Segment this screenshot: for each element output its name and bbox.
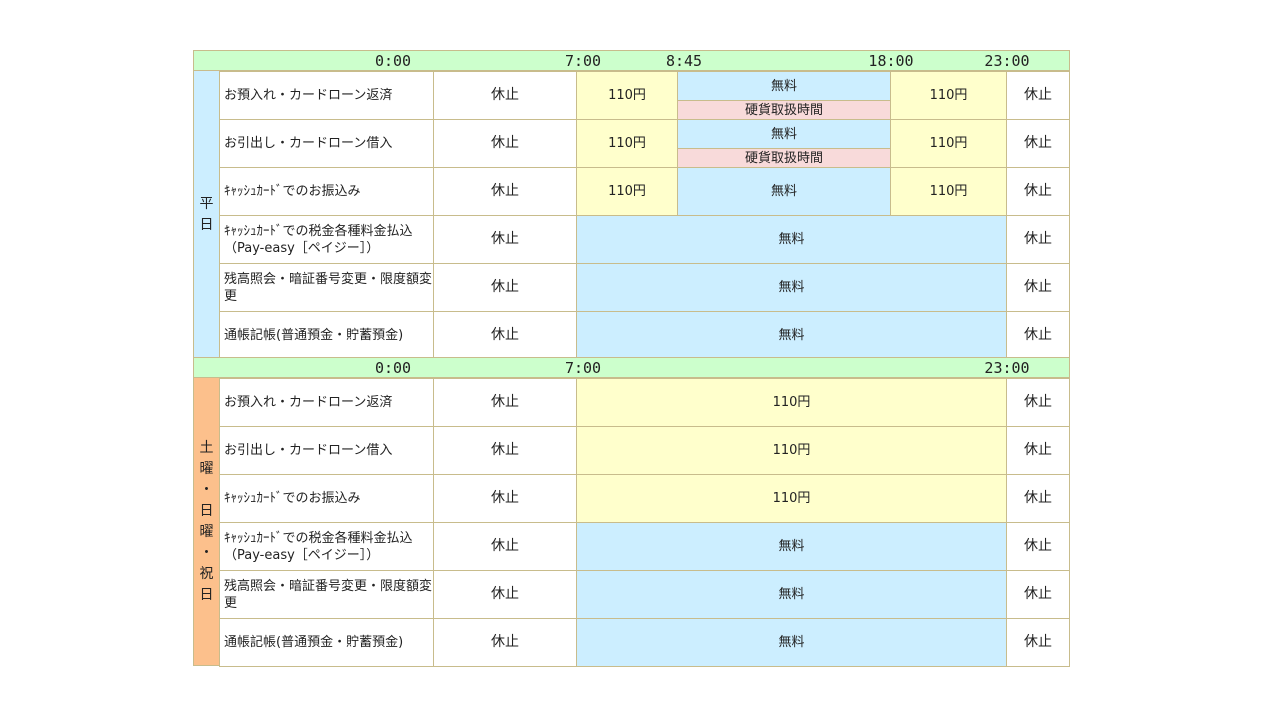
closed-cell: 休止 — [1006, 618, 1070, 667]
section-label-char: ・ — [199, 481, 214, 498]
section-label-holiday: 土曜・日曜・祝日 — [193, 377, 220, 666]
fee-cell: 無料 — [576, 215, 1007, 264]
free-cell: 無料 — [677, 167, 891, 216]
time-label: 7:00 — [564, 52, 602, 70]
closed-cell: 休止 — [433, 474, 577, 523]
time-label: 18:00 — [868, 52, 914, 70]
closed-cell: 休止 — [433, 522, 577, 571]
fee-cell: 無料 — [576, 522, 1007, 571]
time-label: 23:00 — [984, 359, 1030, 377]
section-label-char: 曜 — [199, 460, 214, 477]
section-label-char: 平 — [199, 195, 214, 212]
time-label: 23:00 — [984, 52, 1030, 70]
service-label: ｷｬｯｼｭｶｰﾄﾞでのお振込み — [219, 167, 434, 216]
service-label: お預入れ・カードローン返済 — [219, 71, 434, 120]
fee-schedule-table: 0:00 7:00 8:45 18:00 23:00 平日お預入れ・カードローン返済 休止 1… — [193, 50, 1070, 667]
service-label: 残高照会・暗証番号変更・限度額変更 — [219, 570, 434, 619]
closed-cell: 休止 — [433, 215, 577, 264]
fee-cell: 無料 — [576, 311, 1007, 360]
time-label: 7:00 — [564, 359, 602, 377]
closed-cell: 休止 — [433, 167, 577, 216]
section-label-char: 日 — [199, 502, 214, 519]
service-label: ｷｬｯｼｭｶｰﾄﾞでのお振込み — [219, 474, 434, 523]
fee-cell-late: 110円 — [890, 167, 1007, 216]
fee-cell: 無料 — [576, 263, 1007, 312]
closed-cell: 休止 — [1006, 311, 1070, 360]
closed-cell: 休止 — [1006, 215, 1070, 264]
fee-cell: 無料 — [576, 618, 1007, 667]
service-label: 通帳記帳(普通預金・貯蓄預金) — [219, 311, 434, 360]
section-label-char: 日 — [199, 216, 214, 233]
closed-cell: 休止 — [1006, 570, 1070, 619]
closed-cell: 休止 — [1006, 263, 1070, 312]
service-label: ｷｬｯｼｭｶｰﾄﾞでの税金各種料金払込（Pay-easy［ペイジー］） — [219, 522, 434, 571]
section-label-char: 土 — [199, 439, 214, 456]
section-label-char: 曜 — [199, 523, 214, 540]
service-label: ｷｬｯｼｭｶｰﾄﾞでの税金各種料金払込（Pay-easy［ペイジー］） — [219, 215, 434, 264]
fee-cell-early: 110円 — [576, 167, 678, 216]
closed-cell: 休止 — [1006, 119, 1070, 168]
fee-cell: 無料 — [576, 570, 1007, 619]
closed-cell: 休止 — [1006, 378, 1070, 427]
fee-cell: 110円 — [576, 426, 1007, 475]
service-label: お預入れ・カードローン返済 — [219, 378, 434, 427]
free-cell: 無料 — [677, 71, 891, 101]
closed-cell: 休止 — [433, 263, 577, 312]
section-label-weekday: 平日 — [193, 70, 220, 359]
free-cell: 無料 — [677, 119, 891, 149]
service-label: 残高照会・暗証番号変更・限度額変更 — [219, 263, 434, 312]
fee-cell-late: 110円 — [890, 71, 1007, 120]
service-label: お引出し・カードローン借入 — [219, 119, 434, 168]
closed-cell: 休止 — [433, 119, 577, 168]
closed-cell: 休止 — [433, 378, 577, 427]
time-axis-weekday: 0:00 7:00 8:45 18:00 23:00 — [193, 50, 1070, 71]
coin-hours-cell: 硬貨取扱時間 — [677, 100, 891, 120]
closed-cell: 休止 — [433, 570, 577, 619]
section-label-char: 祝 — [199, 565, 214, 582]
closed-cell: 休止 — [433, 618, 577, 667]
time-label: 0:00 — [374, 52, 412, 70]
fee-cell-early: 110円 — [576, 119, 678, 168]
fee-cell-late: 110円 — [890, 119, 1007, 168]
section-label-char: ・ — [199, 544, 214, 561]
closed-cell: 休止 — [1006, 167, 1070, 216]
closed-cell: 休止 — [1006, 71, 1070, 120]
fee-cell: 110円 — [576, 474, 1007, 523]
fee-cell-early: 110円 — [576, 71, 678, 120]
coin-hours-cell: 硬貨取扱時間 — [677, 148, 891, 168]
closed-cell: 休止 — [1006, 474, 1070, 523]
time-label: 8:45 — [665, 52, 703, 70]
closed-cell: 休止 — [433, 426, 577, 475]
closed-cell: 休止 — [1006, 426, 1070, 475]
time-label: 0:00 — [374, 359, 412, 377]
time-axis-holiday: 0:00 7:00 23:00 — [193, 357, 1070, 378]
section-label-char: 日 — [199, 586, 214, 603]
service-label: 通帳記帳(普通預金・貯蓄預金) — [219, 618, 434, 667]
closed-cell: 休止 — [433, 71, 577, 120]
fee-cell: 110円 — [576, 378, 1007, 427]
service-label: お引出し・カードローン借入 — [219, 426, 434, 475]
closed-cell: 休止 — [433, 311, 577, 360]
closed-cell: 休止 — [1006, 522, 1070, 571]
